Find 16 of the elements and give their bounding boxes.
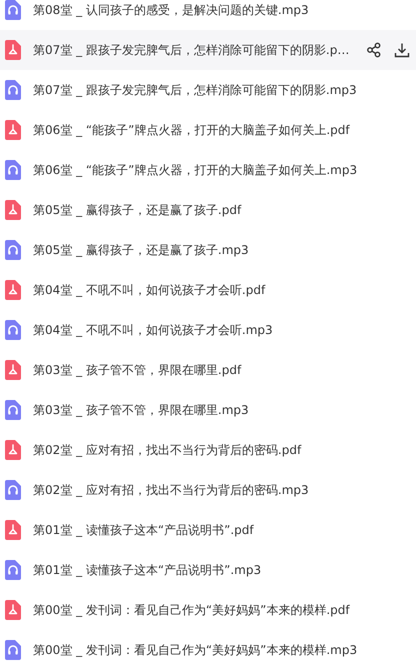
file-name[interactable]: 第06堂 _ “能孩子”牌点火器，打开的大脑盖子如何关上.mp3 xyxy=(33,162,416,178)
file-name[interactable]: 第05堂 _ 赢得孩子，还是赢了孩子.mp3 xyxy=(33,242,416,258)
file-name[interactable]: 第03堂 _ 孩子管不管，界限在哪里.pdf xyxy=(33,362,416,378)
file-name[interactable]: 第02堂 _ 应对有招，找出不当行为背后的密码.pdf xyxy=(33,442,416,458)
file-name[interactable]: 第02堂 _ 应对有招，找出不当行为背后的密码.mp3 xyxy=(33,482,416,498)
file-name[interactable]: 第00堂 _ 发刊词：看见自己作为“美好妈妈”本来的模样.mp3 xyxy=(33,642,416,658)
file-name[interactable]: 第08堂 _ 认同孩子的感受，是解决问题的关键.mp3 xyxy=(33,2,416,18)
file-name[interactable]: 第03堂 _ 孩子管不管，界限在哪里.mp3 xyxy=(33,402,416,418)
file-name[interactable]: 第04堂 _ 不吼不叫，如何说孩子才会听.pdf xyxy=(33,282,416,298)
file-name[interactable]: 第05堂 _ 赢得孩子，还是赢了孩子.pdf xyxy=(33,202,416,218)
file-name[interactable]: 第07堂 _ 跟孩子发完脾气后，怎样消除可能留下的阴影.mp3 xyxy=(33,82,416,98)
file-name[interactable]: 第01堂 _ 读懂孩子这本“产品说明书”.pdf xyxy=(33,522,416,538)
file-name[interactable]: 第01堂 _ 读懂孩子这本“产品说明书”.mp3 xyxy=(33,562,416,578)
file-name[interactable]: 第04堂 _ 不吼不叫，如何说孩子才会听.mp3 xyxy=(33,322,416,338)
file-name[interactable]: 第06堂 _ “能孩子”牌点火器，打开的大脑盖子如何关上.pdf xyxy=(33,122,416,138)
file-name[interactable]: 第00堂 _ 发刊词：看见自己作为“美好妈妈”本来的模样.pdf xyxy=(33,602,416,618)
